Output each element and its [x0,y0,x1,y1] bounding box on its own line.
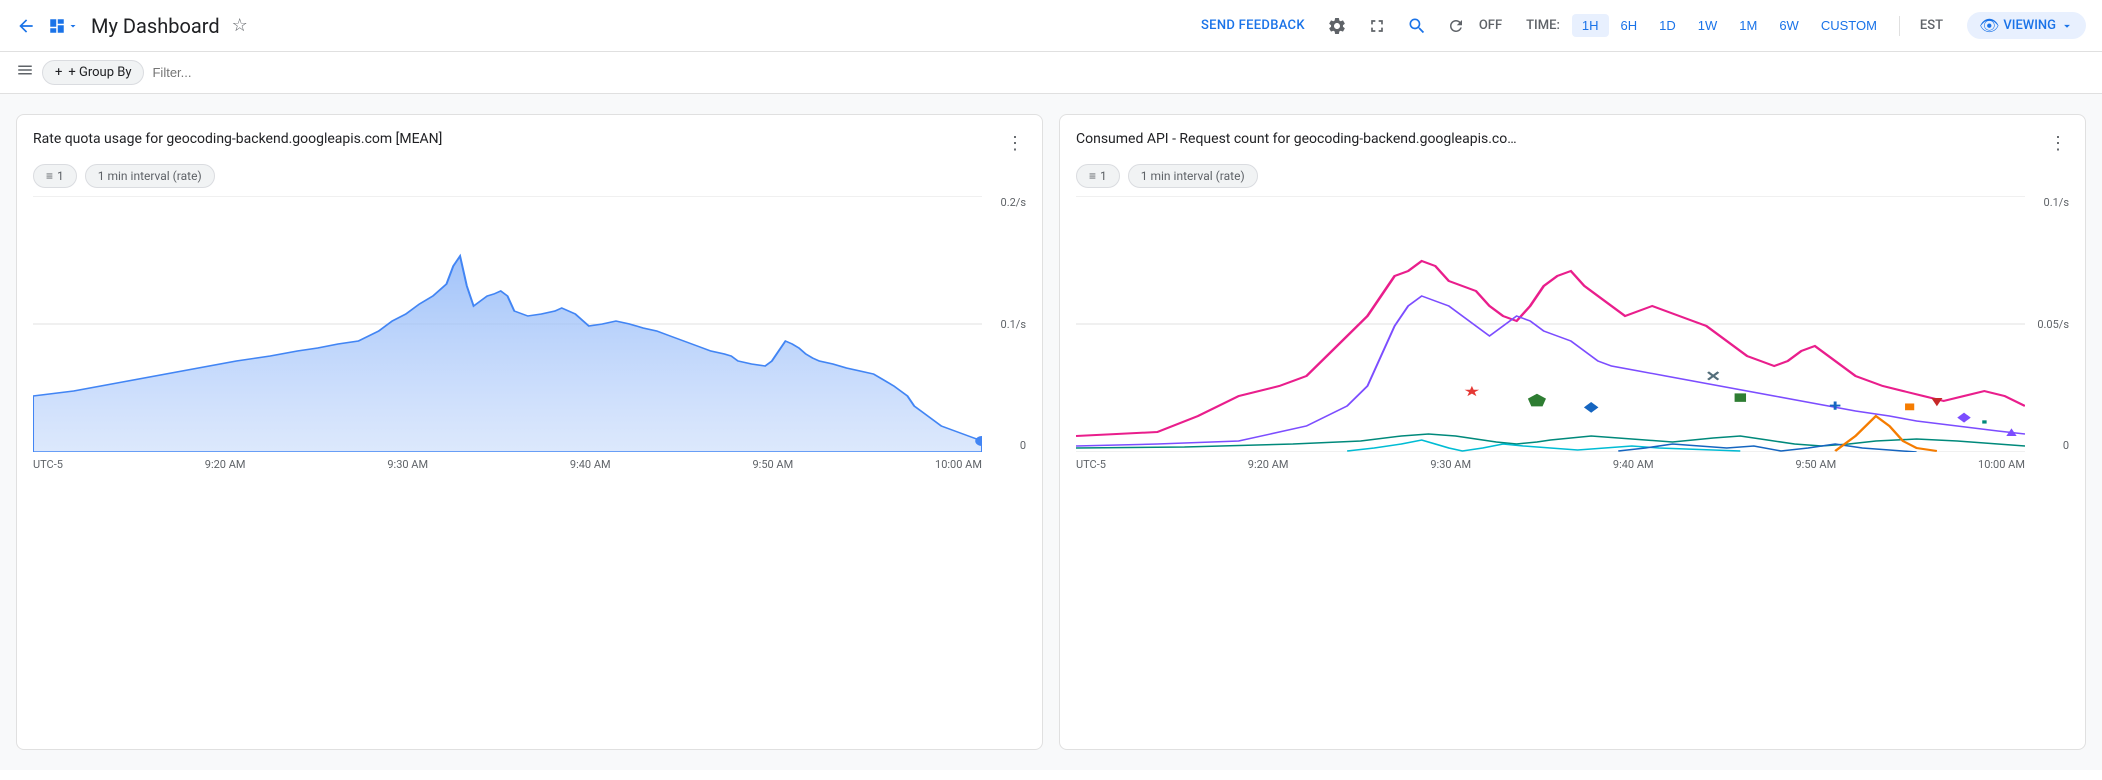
svg-text:■: ■ [1904,399,1915,415]
chart-area-2: 0.1/s 0.05/s 0 [1076,196,2069,476]
chart-card-2: Consumed API - Request count for geocodi… [1059,114,2086,750]
chart-title-2: Consumed API - Request count for geocodi… [1076,131,2047,147]
svg-text:✕: ✕ [1705,369,1721,385]
x-label-1-2: 9:30 AM [387,458,428,471]
x-label-1-0: UTC-5 [33,458,63,471]
interval-chip-1[interactable]: 1 min interval (rate) [85,164,215,188]
chart-title-1: Rate quota usage for geocoding-backend.g… [33,131,1004,147]
send-feedback-button[interactable]: SEND FEEDBACK [1201,18,1305,33]
x-label-2-4: 9:50 AM [1795,458,1836,471]
svg-text:▼: ▼ [1927,394,1946,410]
svg-text:◆: ◆ [1584,399,1600,415]
back-button[interactable] [16,16,36,36]
chart-y-labels-2: 0.1/s 0.05/s 0 [2029,196,2069,452]
chart-header-1: Rate quota usage for geocoding-backend.g… [33,131,1026,156]
chart-card-1: Rate quota usage for geocoding-backend.g… [16,114,1043,750]
interval-chip-2[interactable]: 1 min interval (rate) [1128,164,1258,188]
filter-icon-2: ≡ [1089,169,1096,183]
time-divider [1899,16,1900,36]
y-label-bot-2: 0 [2063,439,2069,452]
main-content: Rate quota usage for geocoding-backend.g… [0,94,2102,770]
time-options: 1H 6H 1D 1W 1M 6W CUSTOM [1572,14,1887,37]
y-label-mid-2: 0.05/s [2037,318,2069,331]
settings-icon[interactable] [1321,10,1353,42]
filter-chip-2[interactable]: ≡ 1 [1076,164,1120,188]
x-label-1-4: 9:50 AM [752,458,793,471]
toolbar: + + Group By [0,52,2102,94]
star-icon[interactable]: ☆ [232,15,248,36]
time-1w-button[interactable]: 1W [1688,14,1728,37]
chart-chips-1: ≡ 1 1 min interval (rate) [33,164,1026,188]
header: My Dashboard ☆ SEND FEEDBACK OFF TIME: 1… [0,0,2102,52]
viewing-button[interactable]: 👁 VIEWING [1967,12,2086,39]
y-label-mid-1: 0.1/s [1001,318,1026,331]
chart-x-labels-2: UTC-5 9:20 AM 9:30 AM 9:40 AM 9:50 AM 10… [1076,452,2025,476]
time-1d-button[interactable]: 1D [1649,14,1686,37]
y-label-top-1: 0.2/s [1001,196,1026,209]
eye-icon: 👁 [1979,16,1999,35]
page-title: My Dashboard [91,14,220,38]
interval-label-1: 1 min interval (rate) [98,169,202,183]
group-by-button[interactable]: + + Group By [42,60,144,85]
chart-y-labels-1: 0.2/s 0.1/s 0 [986,196,1026,452]
time-6w-button[interactable]: 6W [1769,14,1809,37]
time-6h-button[interactable]: 6H [1611,14,1648,37]
filter-icon-1: ≡ [46,169,53,183]
svg-text:◆: ◆ [1957,409,1971,424]
x-label-2-3: 9:40 AM [1613,458,1654,471]
time-1m-button[interactable]: 1M [1729,14,1767,37]
chart-x-labels-1: UTC-5 9:20 AM 9:30 AM 9:40 AM 9:50 AM 10… [33,452,982,476]
chart-svg-1 [33,196,982,452]
x-label-1-5: 10:00 AM [935,458,982,471]
chart-svg-2: ★ ⬟ ◆ ✕ ◼ + ■ ▼ ◆ [1076,196,2025,452]
x-label-2-1: 9:20 AM [1248,458,1289,471]
svg-text:◼: ◼ [1733,389,1748,404]
search-icon[interactable] [1401,10,1433,42]
y-label-top-2: 0.1/s [2044,196,2069,209]
filter-count-1: 1 [57,169,64,183]
refresh-off-button[interactable]: OFF [1479,18,1502,33]
chart-menu-button-1[interactable]: ⋮ [1004,131,1026,156]
fullscreen-icon[interactable] [1361,10,1393,42]
plus-icon: + [55,65,62,80]
filter-count-2: 1 [1100,169,1107,183]
timezone-button[interactable]: EST [1912,14,1951,37]
svg-text:▲: ▲ [2003,424,2020,439]
chart-area-1: 0.2/s 0.1/s 0 [33,196,1026,476]
chart-menu-button-2[interactable]: ⋮ [2047,131,2069,156]
chart-chips-2: ≡ 1 1 min interval (rate) [1076,164,2069,188]
x-label-2-5: 10:00 AM [1978,458,2025,471]
time-1h-button[interactable]: 1H [1572,14,1609,37]
group-by-label: + Group By [68,65,131,80]
chevron-down-icon [2060,19,2074,33]
svg-text:+: + [1829,396,1841,415]
time-label: TIME: [1526,18,1560,33]
refresh-icon[interactable] [1441,11,1471,41]
chart-header-2: Consumed API - Request count for geocodi… [1076,131,2069,156]
viewing-label: VIEWING [2003,18,2056,33]
svg-text:▪: ▪ [1981,414,1987,429]
y-label-bot-1: 0 [1020,439,1026,452]
x-label-2-0: UTC-5 [1076,458,1106,471]
filter-input[interactable] [152,65,2086,80]
x-label-1-3: 9:40 AM [570,458,611,471]
x-label-2-2: 9:30 AM [1430,458,1471,471]
x-label-1-1: 9:20 AM [205,458,246,471]
filter-chip-1[interactable]: ≡ 1 [33,164,77,188]
menu-icon[interactable] [16,61,34,84]
svg-text:★: ★ [1463,384,1480,400]
interval-label-2: 1 min interval (rate) [1141,169,1245,183]
dashboard-icon-btn[interactable] [44,13,83,39]
time-custom-button[interactable]: CUSTOM [1811,14,1887,37]
svg-text:⬟: ⬟ [1528,391,1547,410]
